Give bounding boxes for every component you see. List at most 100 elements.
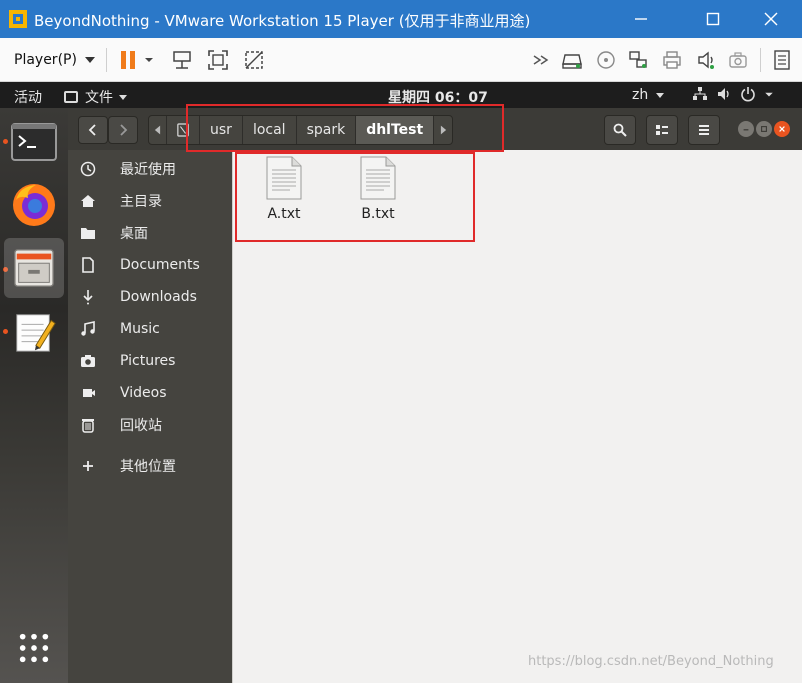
- chevron-down-icon: [84, 57, 95, 63]
- folder-icon: [81, 228, 95, 239]
- device-cdrom-button[interactable]: [594, 48, 618, 72]
- close-icon: [764, 12, 778, 26]
- sidebar-item-desktop[interactable]: 桌面: [68, 218, 232, 248]
- clock-icon: [80, 161, 96, 177]
- places-sidebar: 最近使用 主目录 桌面 Documents Downloads Music Pi…: [68, 150, 232, 683]
- fast-forward-icon: [533, 55, 549, 65]
- network-send-icon: [173, 51, 191, 69]
- device-network-button[interactable]: [530, 48, 554, 72]
- maximize-icon: [706, 12, 720, 26]
- chevron-down-icon: [119, 94, 127, 100]
- breadcrumb-scroll-left[interactable]: [149, 116, 167, 144]
- sidebar-item-label: Pictures: [120, 353, 176, 369]
- toolbar-divider: [106, 48, 107, 72]
- input-method-menu[interactable]: zh: [632, 87, 665, 103]
- download-icon: [83, 290, 93, 305]
- close-button[interactable]: [748, 0, 794, 38]
- chevron-right-icon: [120, 124, 128, 136]
- player-menu-label: Player(P): [14, 52, 77, 68]
- sidebar-item-downloads[interactable]: Downloads: [68, 282, 232, 312]
- power-icon: [741, 87, 755, 102]
- sidebar-item-other-locations[interactable]: 其他位置: [68, 451, 232, 481]
- search-button[interactable]: [604, 115, 636, 145]
- maximize-button[interactable]: [690, 0, 736, 38]
- volume-icon: [718, 88, 729, 100]
- app-menu-label: 文件: [85, 90, 113, 106]
- back-button[interactable]: [78, 116, 108, 144]
- unity-mode-button[interactable]: [242, 48, 266, 72]
- printer-icon: [663, 51, 681, 69]
- sidebar-item-label: Videos: [120, 385, 167, 401]
- device-network-adapter-button[interactable]: [626, 48, 650, 72]
- window-close-button[interactable]: [774, 121, 790, 137]
- terminal-icon: [11, 123, 57, 161]
- sidebar-item-label: Documents: [120, 257, 200, 273]
- minimize-icon: [635, 18, 647, 20]
- list-view-icon: [656, 125, 668, 135]
- sidebar-item-recent[interactable]: 最近使用: [68, 154, 232, 184]
- player-menu[interactable]: Player(P): [6, 46, 103, 74]
- sidebar-item-pictures[interactable]: Pictures: [68, 346, 232, 376]
- view-toggle-button[interactable]: [646, 115, 678, 145]
- system-menu[interactable]: [692, 86, 782, 102]
- sidebar-item-home[interactable]: 主目录: [68, 186, 232, 216]
- network-icon: [693, 87, 707, 100]
- show-applications-button[interactable]: [4, 618, 64, 678]
- device-harddisk-button[interactable]: [560, 48, 584, 72]
- window-minimize-button[interactable]: [738, 121, 754, 137]
- fullscreen-icon: [208, 50, 228, 70]
- unity-icon: [245, 51, 263, 69]
- pause-icon: [121, 51, 135, 69]
- sidebar-item-music[interactable]: Music: [68, 314, 232, 344]
- chevron-left-icon: [88, 124, 96, 136]
- power-options-dropdown[interactable]: [142, 48, 156, 72]
- text-editor-icon: [16, 314, 56, 352]
- sidebar-item-documents[interactable]: Documents: [68, 250, 232, 280]
- watermark: https://blog.csdn.net/Beyond_Nothing: [528, 654, 774, 669]
- chevron-down-icon: [656, 92, 665, 98]
- sidebar-item-label: 其他位置: [120, 459, 176, 475]
- send-ctrl-alt-del-button[interactable]: [170, 48, 194, 72]
- sidebar-item-label: Downloads: [120, 289, 197, 305]
- sidebar-item-label: 主目录: [120, 194, 162, 210]
- document-icon: [82, 257, 94, 273]
- highlight-box-files: [235, 152, 475, 242]
- sidebar-item-videos[interactable]: Videos: [68, 378, 232, 408]
- activities-button[interactable]: 活动: [14, 87, 42, 107]
- chevron-down-icon: [765, 92, 773, 97]
- vmware-titlebar: BeyondNothing - VMware Workstation 15 Pl…: [0, 0, 802, 38]
- forward-button[interactable]: [108, 116, 138, 144]
- music-icon: [81, 321, 95, 336]
- home-icon: [81, 195, 95, 207]
- dock-files[interactable]: [4, 238, 64, 298]
- firefox-icon: [13, 184, 55, 226]
- message-log-button[interactable]: [770, 48, 794, 72]
- pause-button[interactable]: [116, 48, 140, 72]
- file-cabinet-icon: [14, 249, 54, 287]
- camera-icon: [729, 52, 747, 68]
- dock-terminal[interactable]: [4, 112, 64, 172]
- device-sound-button[interactable]: [694, 48, 718, 72]
- sidebar-item-trash[interactable]: 回收站: [68, 410, 232, 440]
- minimize-icon: [743, 129, 749, 131]
- hamburger-icon: [699, 125, 709, 135]
- maximize-icon: [761, 126, 767, 132]
- device-printer-button[interactable]: [660, 48, 684, 72]
- window-maximize-button[interactable]: [756, 121, 772, 137]
- toolbar-divider: [760, 48, 761, 72]
- app-menu[interactable]: 文件: [64, 87, 127, 107]
- minimize-button[interactable]: [618, 0, 664, 38]
- close-icon: [779, 126, 785, 132]
- camera-icon: [81, 355, 95, 367]
- ubuntu-dock: [0, 108, 68, 683]
- network-adapter-icon: [629, 51, 647, 68]
- dock-firefox[interactable]: [4, 174, 64, 234]
- fullscreen-button[interactable]: [206, 48, 230, 72]
- dock-text-editor[interactable]: [4, 302, 64, 362]
- speaker-icon: [698, 51, 714, 69]
- sidebar-item-label: 最近使用: [120, 162, 176, 178]
- sidebar-item-label: Music: [120, 321, 160, 337]
- device-camera-button[interactable]: [726, 48, 750, 72]
- vmware-logo-icon: [9, 10, 27, 28]
- menu-button[interactable]: [688, 115, 720, 145]
